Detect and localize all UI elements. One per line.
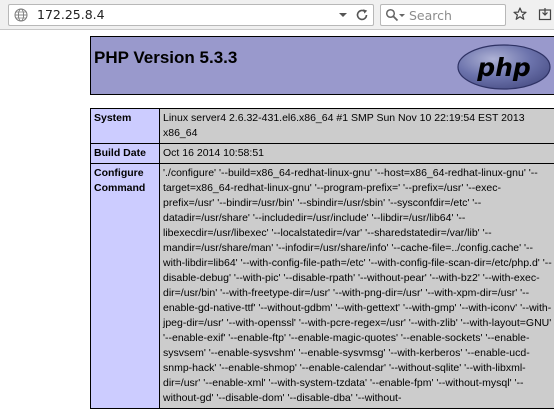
search-input[interactable] [409,7,499,23]
phpinfo-header: PHP Version 5.3.3 php [90,36,554,95]
php-logo: php [456,43,552,91]
history-dropdown-icon[interactable] [337,8,349,22]
php-logo-text: php [476,53,531,82]
url-text[interactable]: 172.25.8.4 [37,7,105,23]
row-label: System [91,109,160,144]
page-title: PHP Version 5.3.3 [94,48,237,68]
bookmarks-menu-icon[interactable] [538,7,552,21]
phpinfo-table: System Linux server4 2.6.32-431.el6.x86_… [90,108,554,409]
search-icon [385,8,399,22]
bookmark-star-icon[interactable] [513,7,527,21]
address-bar[interactable]: 172.25.8.4 [8,4,374,26]
row-label: Configure Command [91,164,160,409]
browser-toolbar: 172.25.8.4 [0,0,554,30]
search-engine-dropdown-icon[interactable] [398,9,406,21]
table-row: Configure Command './configure' '--build… [91,164,554,409]
row-value: './configure' '--build=x86_64-redhat-lin… [160,164,554,409]
globe-icon [14,8,28,22]
row-label: Build Date [91,144,160,164]
search-box[interactable] [380,4,506,26]
row-value: Oct 16 2014 10:58:51 [160,144,554,164]
row-value: Linux server4 2.6.32-431.el6.x86_64 #1 S… [160,109,554,144]
reload-icon[interactable] [355,8,369,22]
table-row: System Linux server4 2.6.32-431.el6.x86_… [91,109,554,144]
table-row: Build Date Oct 16 2014 10:58:51 [91,144,554,164]
